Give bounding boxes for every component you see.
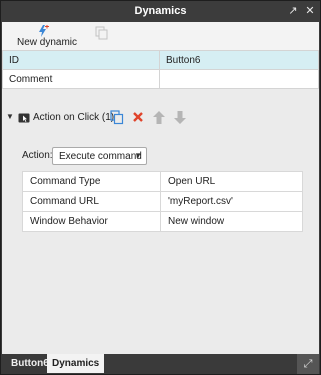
properties-table: ID Button6 Comment <box>2 50 319 89</box>
copy-action-icon[interactable] <box>110 110 124 125</box>
command-row-window-behavior[interactable]: Window Behavior New window <box>22 211 303 232</box>
property-row-comment[interactable]: Comment <box>2 69 319 89</box>
title-bar: Dynamics ↗ ✕ <box>1 1 320 22</box>
property-key: ID <box>2 50 160 70</box>
command-value[interactable]: New window <box>160 211 303 232</box>
click-action-icon <box>18 113 30 123</box>
command-row-type[interactable]: Command Type Open URL <box>22 171 303 192</box>
chevron-down-icon: ▼ <box>134 151 142 160</box>
close-icon[interactable]: ✕ <box>303 4 317 18</box>
popout-icon[interactable]: ↗ <box>286 4 300 18</box>
command-row-url[interactable]: Command URL 'myReport.csv' <box>22 191 303 212</box>
dynamics-panel: New dynamic ID Button6 Comment ▼ Action … <box>2 22 319 354</box>
tab-dynamics[interactable]: Dynamics <box>47 354 105 373</box>
dynamics-window: Dynamics ↗ ✕ New dynamic ID Button6 Comm… <box>0 0 321 375</box>
property-row-id[interactable]: ID Button6 <box>2 50 319 70</box>
command-key: Window Behavior <box>22 211 161 232</box>
action-body: Action: Execute command ▼ Command Type O… <box>2 128 319 354</box>
action-field-label: Action: <box>22 150 53 161</box>
expand-icon[interactable]: ⤢ <box>297 354 319 374</box>
command-value[interactable]: Open URL <box>160 171 303 192</box>
collapse-chevron-icon[interactable]: ▼ <box>6 112 14 121</box>
property-key: Comment <box>2 69 160 89</box>
action-header-label: Action on Click (1) <box>33 112 115 123</box>
action-header: ▼ Action on Click (1) <box>2 108 319 128</box>
action-select-value: Execute command <box>59 151 142 162</box>
bottom-tab-bar: Button6 Dynamics <box>2 354 319 374</box>
command-key: Command Type <box>22 171 161 192</box>
new-dynamic-label: New dynamic <box>17 37 78 48</box>
command-value[interactable]: 'myReport.csv' <box>160 191 303 212</box>
lightning-plus-icon <box>39 25 49 37</box>
move-up-icon[interactable] <box>152 110 166 125</box>
copy-icon[interactable] <box>95 26 109 40</box>
action-select[interactable]: Execute command ▼ <box>52 147 147 165</box>
delete-icon[interactable] <box>131 110 145 125</box>
new-dynamic-button[interactable]: New dynamic <box>4 22 80 50</box>
property-value[interactable] <box>159 69 319 89</box>
command-key: Command URL <box>22 191 161 212</box>
move-down-icon[interactable] <box>173 110 187 125</box>
toolbar: New dynamic <box>2 22 319 50</box>
command-table: Command Type Open URL Command URL 'myRep… <box>22 171 303 232</box>
property-value[interactable]: Button6 <box>159 50 319 70</box>
window-title: Dynamics <box>134 5 187 17</box>
